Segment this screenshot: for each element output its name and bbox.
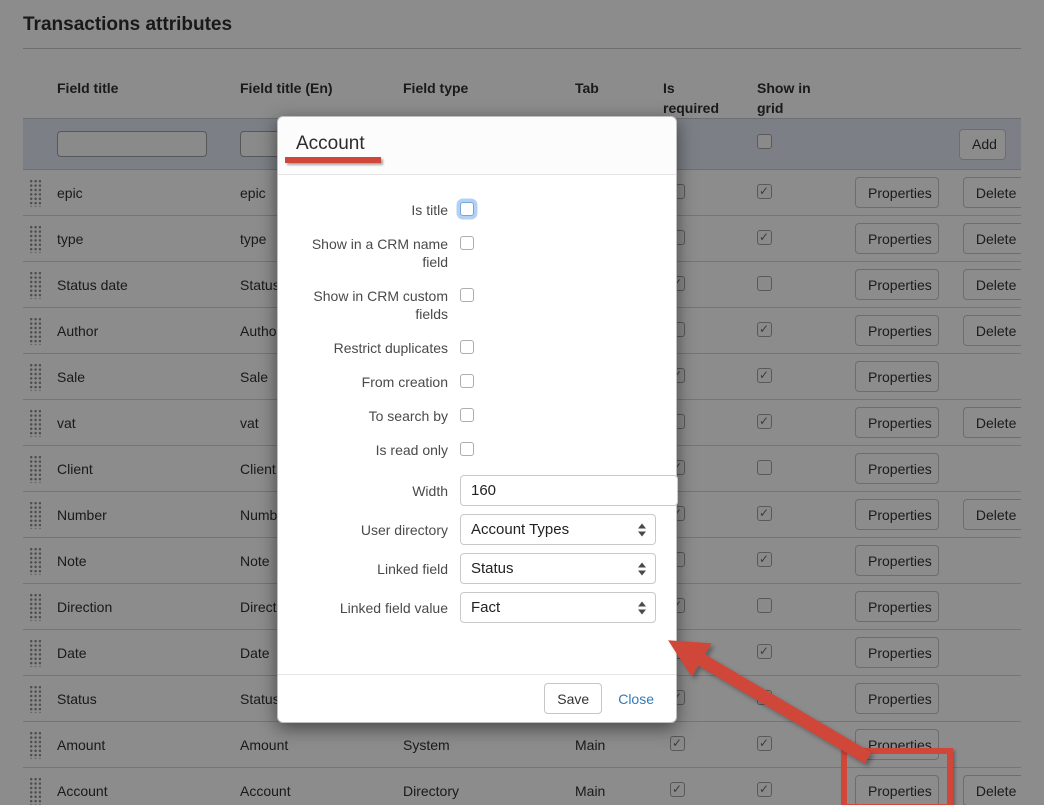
modal-form-row: Show in CRM custom fields [298,287,656,323]
width-input[interactable] [460,475,678,506]
modal-form-row: Width [298,475,656,506]
select-arrows-icon [638,601,646,614]
user-directory-select[interactable]: Account Types [460,514,656,545]
modal-form-row: From creation [298,373,656,391]
select-arrows-icon [638,562,646,575]
selected-value: Account Types [471,521,569,538]
from-creation-checkbox[interactable] [460,374,474,388]
modal-header: Account [278,117,676,175]
account-properties-modal: Account Is title Show in a CRM name field… [277,116,677,723]
to-search-by-checkbox[interactable] [460,408,474,422]
modal-form-row: Restrict duplicates [298,339,656,357]
red-highlight-rectangle-annotation [841,748,953,805]
close-button[interactable]: Close [618,691,654,707]
linked-field-select[interactable]: Status [460,553,656,584]
is-read-only-label: Is read only [298,441,448,459]
page: Transactions attributes Field title Fiel… [0,0,1044,805]
linked-field-label: Linked field [298,560,448,578]
modal-body: Is title Show in a CRM name field Show in … [278,175,676,623]
is-title-checkbox[interactable] [460,202,474,216]
selected-value: Status [471,560,514,577]
modal-form-row: Show in a CRM name field [298,235,656,271]
linked-field-value-select[interactable]: Fact [460,592,656,623]
restrict-duplicates-label: Restrict duplicates [298,339,448,357]
linked-field-value-label: Linked field value [298,599,448,617]
selected-value: Fact [471,599,500,616]
show-in-crm-custom-fields-label: Show in CRM custom fields [298,287,448,323]
restrict-duplicates-checkbox[interactable] [460,340,474,354]
show-in-a-crm-name-field-checkbox[interactable] [460,236,474,250]
user-directory-label: User directory [298,521,448,539]
modal-form-row: Linked field Status [298,553,656,584]
show-in-crm-custom-fields-checkbox[interactable] [460,288,474,302]
modal-form-row: Linked field value Fact [298,592,656,623]
modal-form-row: User directory Account Types [298,514,656,545]
is-title-label: Is title [298,201,448,219]
show-in-a-crm-name-field-label: Show in a CRM name field [298,235,448,271]
modal-form-row: To search by [298,407,656,425]
modal-footer: Save Close [278,674,676,722]
modal-form-row: Is title [298,201,656,219]
from-creation-label: From creation [298,373,448,391]
to-search-by-label: To search by [298,407,448,425]
width-label: Width [298,482,448,500]
is-read-only-checkbox[interactable] [460,442,474,456]
modal-form-row: Is read only [298,441,656,459]
red-underline-annotation [285,157,381,163]
modal-title: Account [296,133,365,154]
save-button[interactable]: Save [544,683,602,714]
select-arrows-icon [638,523,646,536]
